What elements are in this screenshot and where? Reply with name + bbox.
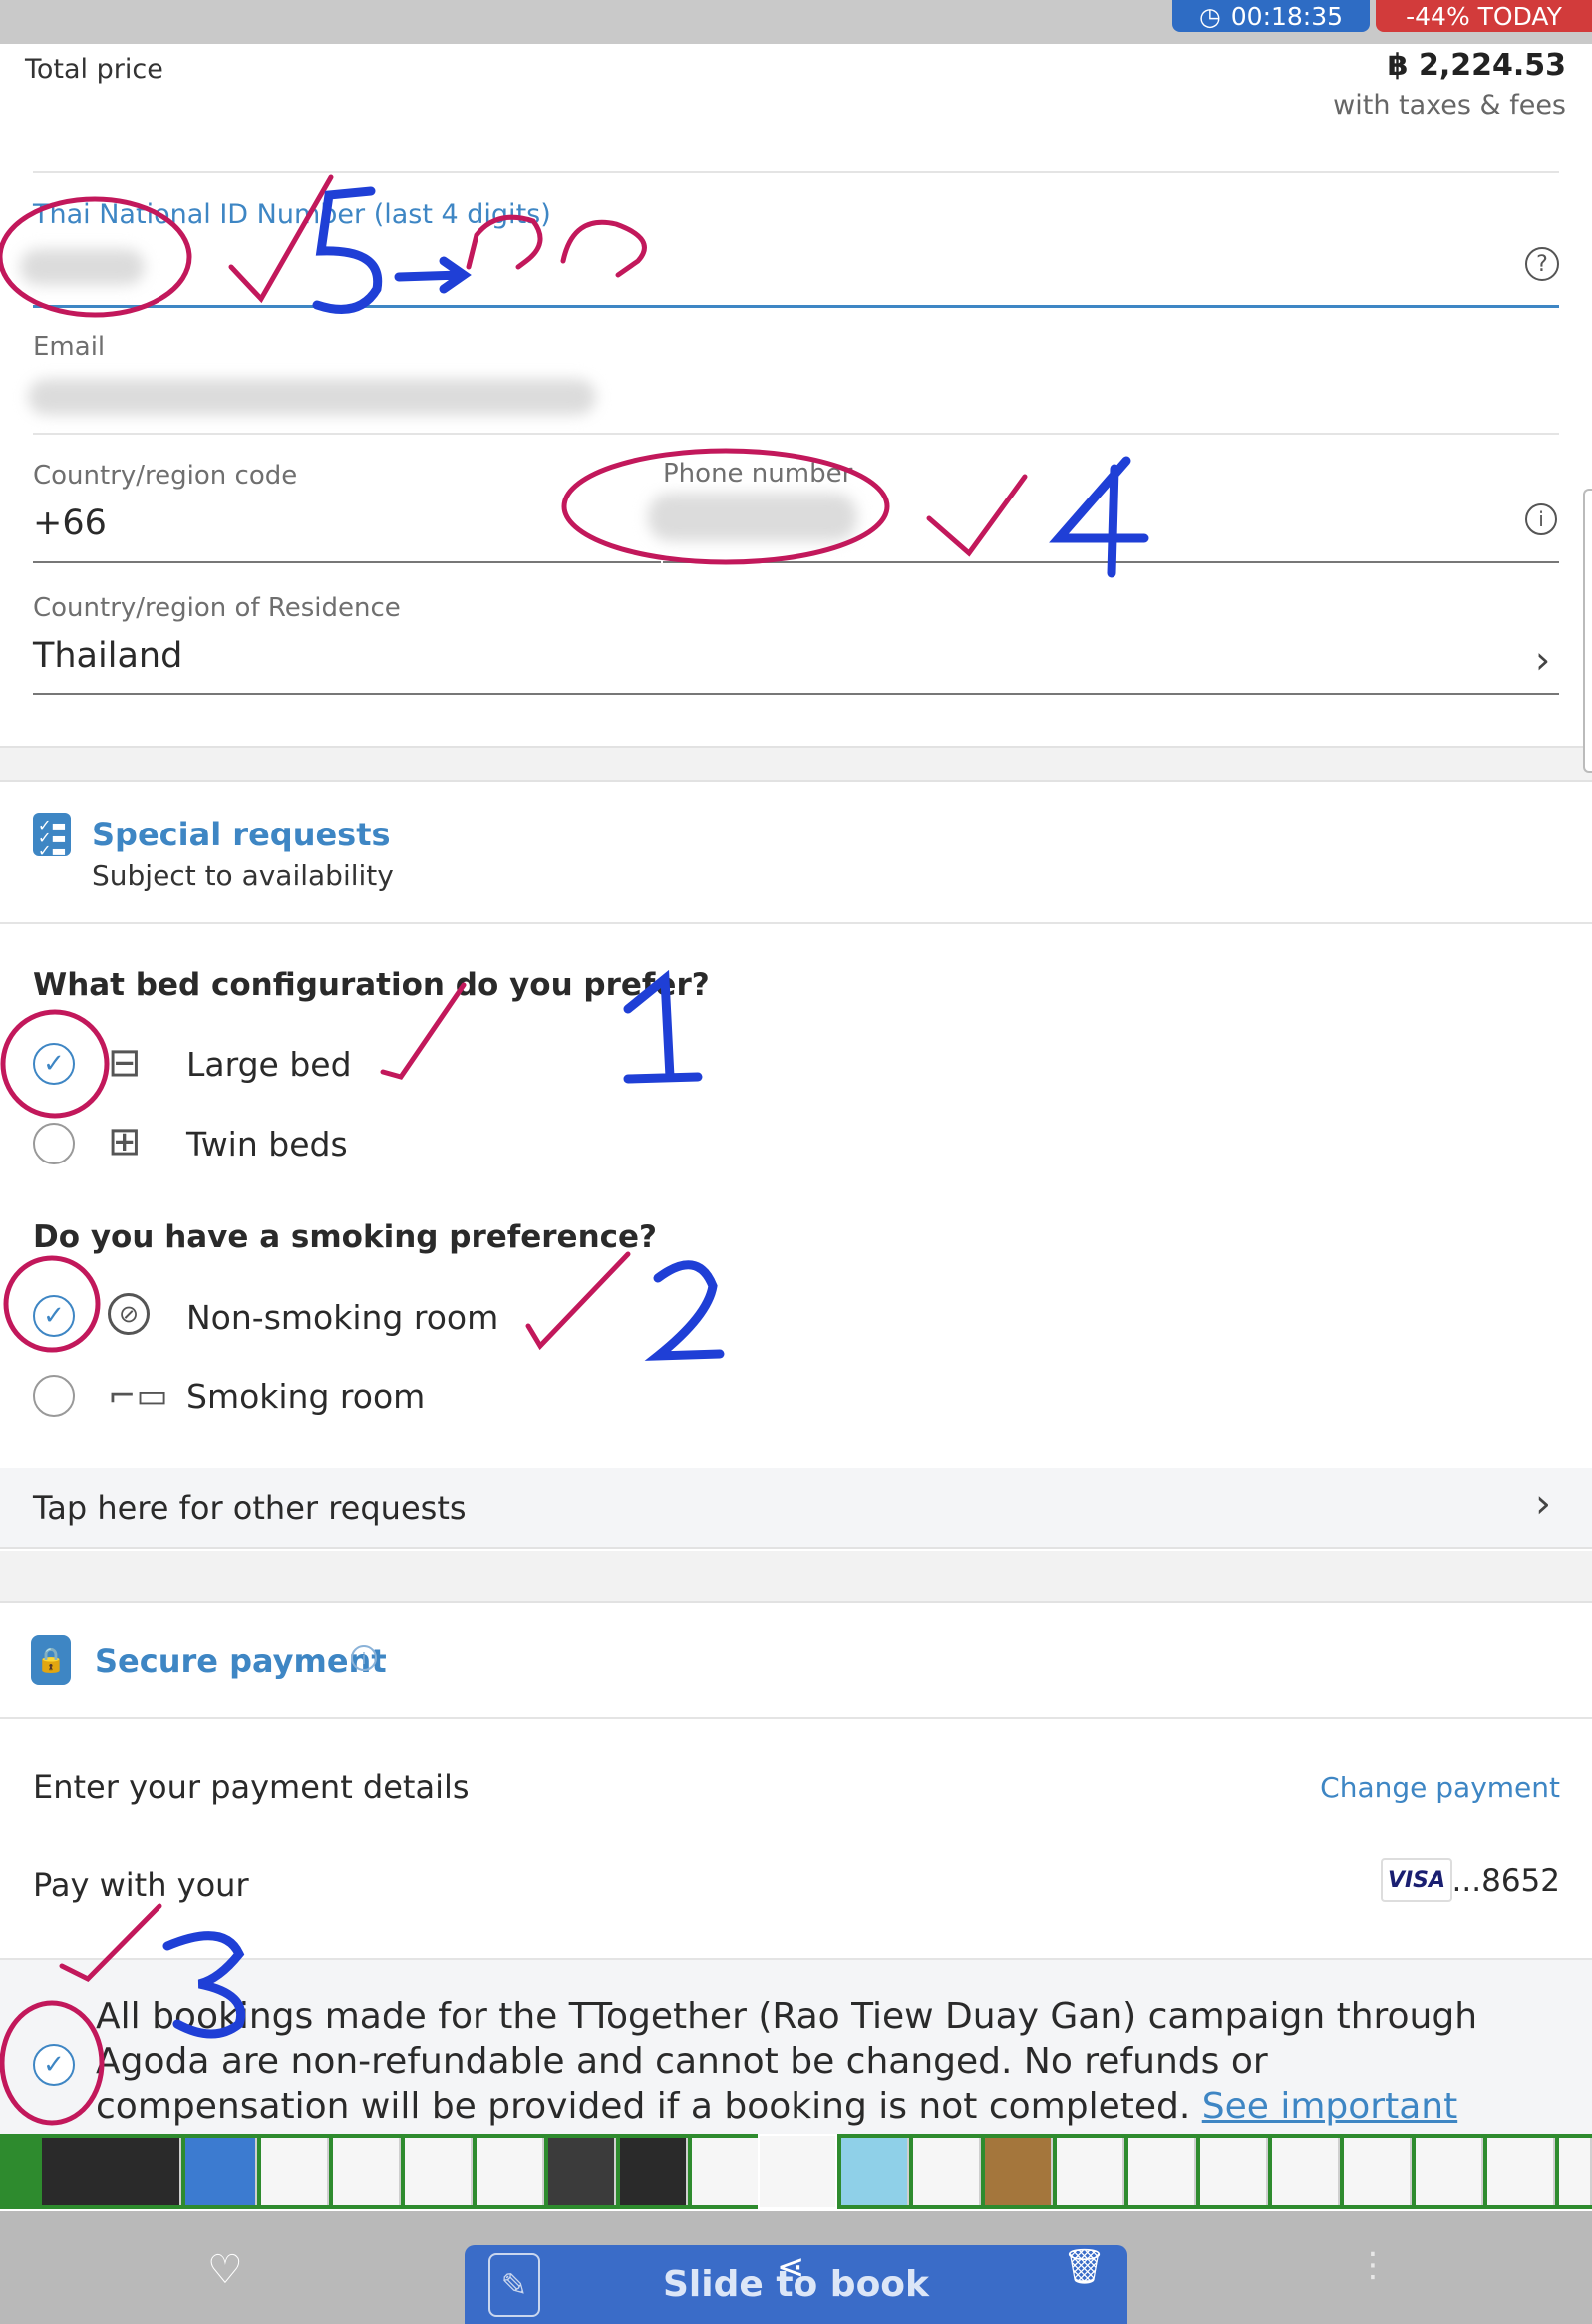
gallery-thumbnail[interactable] [1272,2138,1340,2205]
email-value-redacted[interactable] [28,379,596,415]
gallery-thumbnail[interactable] [1344,2138,1412,2205]
gallery-thumbnail[interactable] [1487,2138,1555,2205]
heart-icon[interactable]: ♡ [207,2247,243,2293]
bed-question: What bed configuration do you prefer? [33,967,710,1003]
terms-checkbox[interactable]: ✓ [33,2044,75,2086]
chevron-right-icon: › [1535,1482,1551,1527]
chevron-right-icon[interactable]: › [1535,638,1550,682]
gallery-thumbnail[interactable] [620,2138,688,2205]
info-icon[interactable]: i [351,1645,377,1671]
gallery-thumbnail[interactable] [1057,2138,1124,2205]
pay-with-label: Pay with your [33,1866,249,1904]
twin-beds-radio[interactable] [33,1123,75,1164]
residence-underline [33,693,1559,695]
phone-number-underline [663,561,1559,563]
national-id-field-underline[interactable] [33,305,1559,308]
gallery-thumbnail[interactable] [42,2138,181,2205]
large-bed-radio[interactable]: ✓ [33,1043,75,1085]
twin-beds-icon: ⊞ [108,1119,142,1164]
gallery-thumbnail[interactable] [1416,2138,1483,2205]
no-smoking-icon: ⊘ [108,1293,150,1335]
gallery-thumbnail[interactable] [548,2138,616,2205]
scroll-tab[interactable] [1583,489,1592,773]
lock-icon: 🔒 [31,1635,71,1685]
special-requests-title: Special requests [92,816,391,853]
country-code-label: Country/region code [33,461,298,491]
gallery-thumbnail[interactable] [185,2138,257,2205]
twin-beds-label[interactable]: Twin beds [186,1125,348,1163]
section-gap [0,1551,1592,1603]
ink-arrow [394,256,472,294]
countdown-timer: ◷ 00:18:35 [1172,0,1370,32]
help-icon[interactable]: ? [1525,247,1559,281]
phone-number-redacted[interactable] [648,494,857,541]
other-requests-label: Tap here for other requests [33,1490,467,1527]
gallery-thumbnail[interactable] [1200,2138,1268,2205]
smoking-label[interactable]: Smoking room [186,1377,425,1416]
ink-checkmark [228,174,334,304]
divider [33,171,1559,173]
pencil-icon[interactable]: ✎ [488,2253,540,2317]
national-id-value-redacted [20,249,145,285]
total-price-value: ฿ 2,224.53 [1387,48,1566,83]
country-code-underline [33,561,661,563]
total-price-note: with taxes & fees [1333,90,1566,121]
gallery-thumbnail[interactable] [333,2138,401,2205]
gallery-thumbnail[interactable] [841,2138,909,2205]
divider [33,433,1559,435]
divider [0,922,1592,924]
clock-icon: ◷ [1198,1,1221,31]
trash-icon[interactable]: 🗑 [1063,2247,1106,2287]
visa-card-logo: VISA [1381,1858,1452,1902]
email-label: Email [33,332,106,362]
gallery-thumbnail[interactable] [1128,2138,1196,2205]
other-requests-row[interactable]: Tap here for other requests › [0,1468,1592,1549]
phone-number-label: Phone number [663,459,853,489]
large-bed-icon: ⊟ [108,1040,142,1086]
info-icon[interactable]: i [1525,503,1557,535]
gallery-thumbnail[interactable] [405,2138,473,2205]
divider [0,1717,1592,1719]
promo-badge: -44% TODAY [1376,0,1592,32]
gallery-thumbnail[interactable] [913,2138,981,2205]
large-bed-label[interactable]: Large bed [186,1045,352,1084]
timer-value: 00:18:35 [1230,1,1344,31]
residence-value[interactable]: Thailand [33,636,182,676]
smoking-radio[interactable] [33,1375,75,1417]
gallery-thumbnail-selected[interactable] [758,2134,837,2209]
non-smoking-radio[interactable]: ✓ [33,1295,75,1337]
country-code-value[interactable]: +66 [33,503,107,543]
checklist-icon: ✓▬ ✓▬ ✓▬ [33,813,71,859]
non-smoking-label[interactable]: Non-smoking room [186,1298,498,1337]
cigarette-icon: ⌐▭ [108,1376,168,1416]
national-id-label: Thai National ID Number (last 4 digits) [33,199,551,230]
special-requests-subtitle: Subject to availability [92,859,394,892]
total-price-label: Total price [25,54,163,85]
gallery-thumbnail[interactable] [261,2138,329,2205]
gallery-thumbnail[interactable] [692,2138,760,2205]
residence-label: Country/region of Residence [33,593,401,623]
share-icon[interactable]: ⋖ [777,2247,805,2287]
gallery-filmstrip[interactable] [0,2134,1592,2209]
ink-checkmark [926,474,1028,557]
enter-payment-label: Enter your payment details [33,1768,470,1806]
secure-payment-title: Secure payment [95,1642,387,1680]
gallery-thumbnail[interactable] [1559,2138,1592,2205]
card-last-digits: ...8652 [1451,1863,1560,1899]
more-options-icon[interactable]: ⋮ [1356,2245,1390,2285]
gallery-thumbnail[interactable] [985,2138,1053,2205]
smoking-question: Do you have a smoking preference? [33,1219,658,1255]
change-payment-link[interactable]: Change payment [1320,1771,1560,1804]
gallery-thumbnail[interactable] [477,2138,544,2205]
ink-number-4 [1049,456,1149,578]
ink-checkmark [525,1251,631,1351]
ink-number-2 [644,1260,725,1361]
section-gap [0,746,1592,782]
